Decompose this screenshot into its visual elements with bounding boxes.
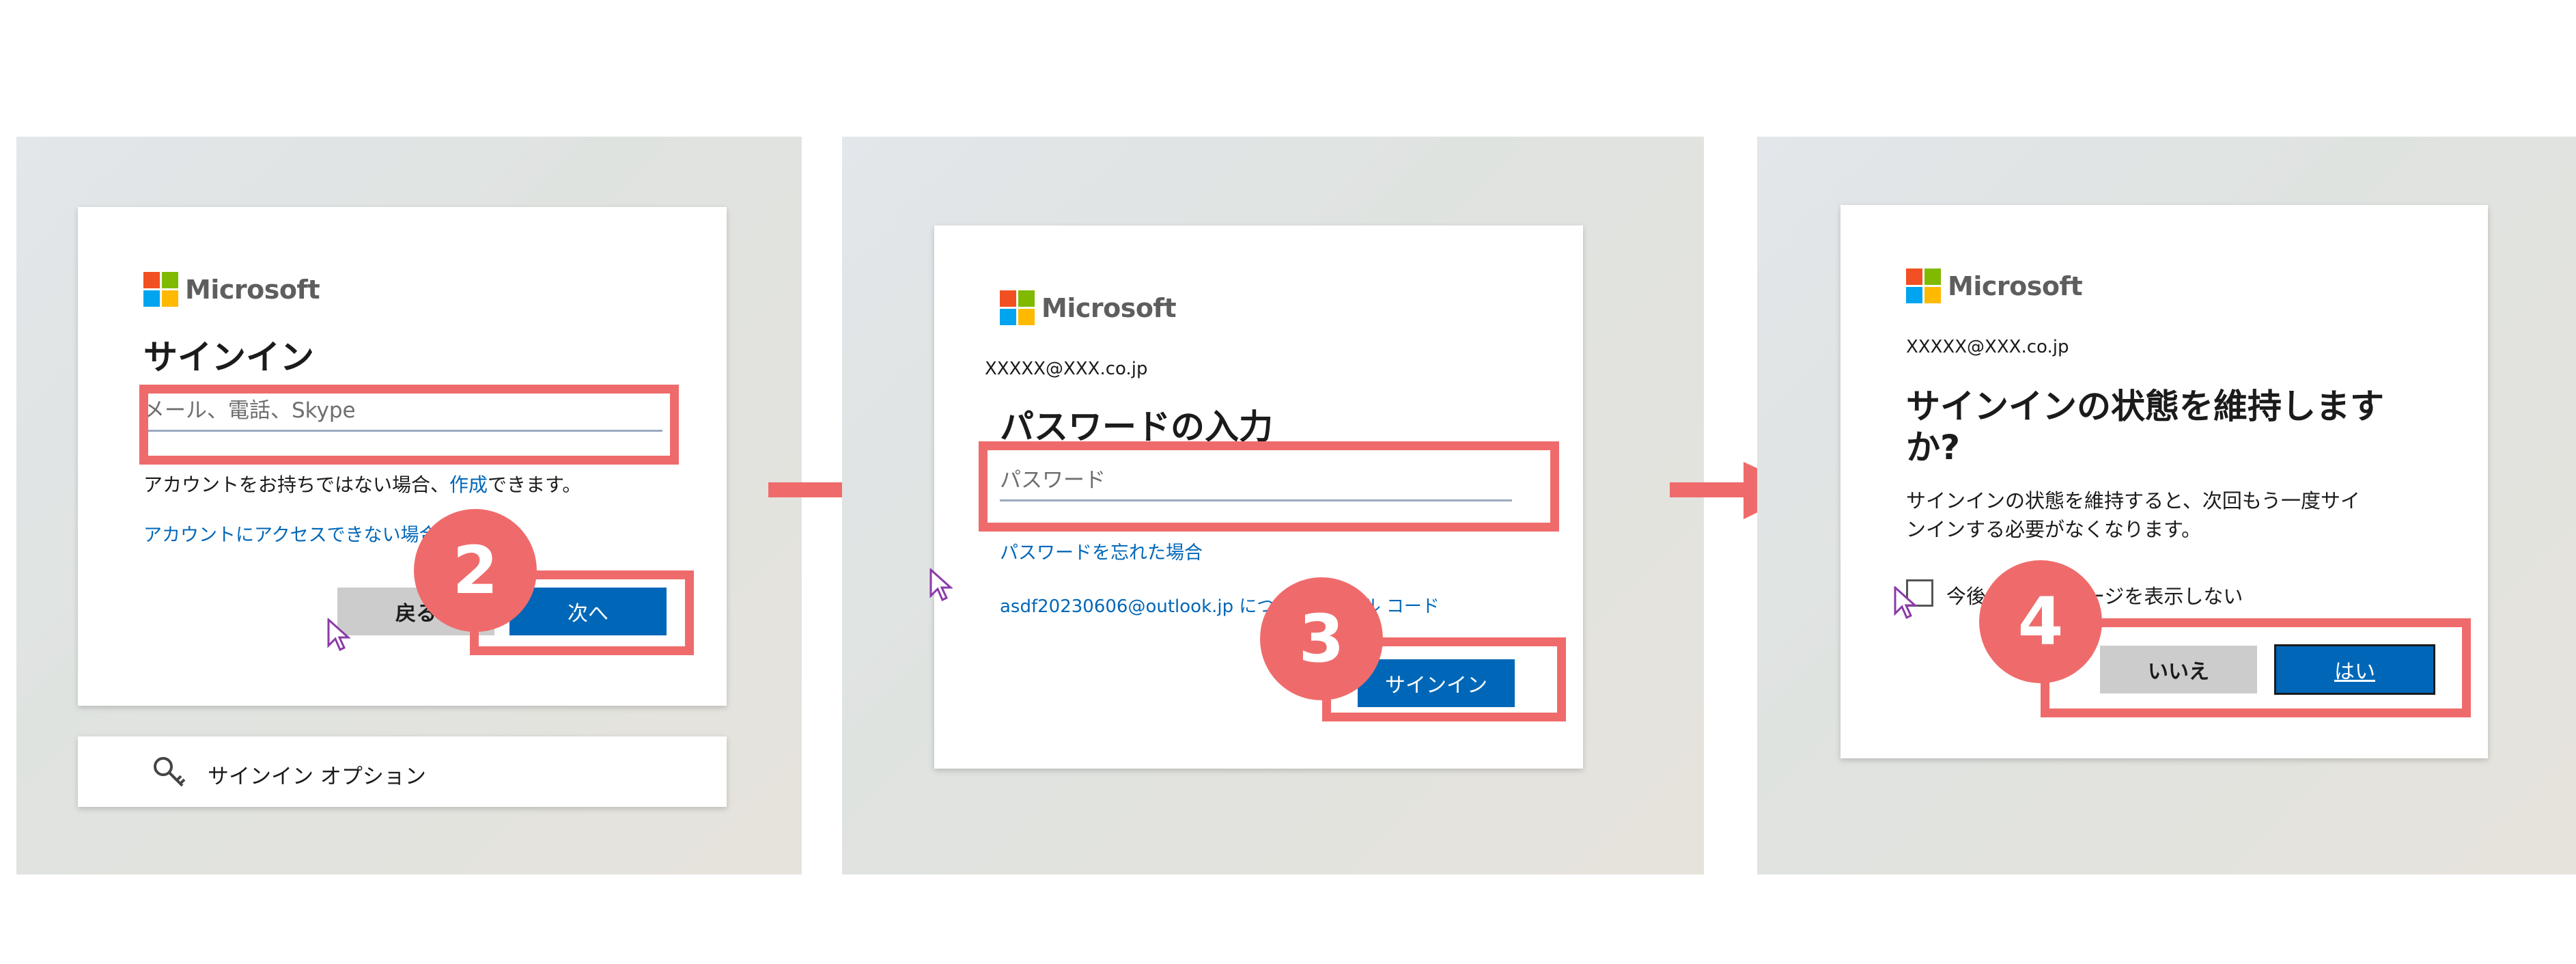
step-panel-stay-signed-in: Microsoft XXXXX@XXX.co.jp サインインの状態を維持します… xyxy=(1757,137,2576,875)
mouse-cursor-icon xyxy=(929,568,953,601)
mouse-cursor-icon xyxy=(327,618,350,651)
microsoft-logo: Microsoft xyxy=(143,272,320,307)
microsoft-logo: Microsoft xyxy=(1906,268,2083,303)
microsoft-logo: Microsoft xyxy=(1000,290,1177,325)
description-line-2: ンインする必要がなくなります。 xyxy=(1906,518,2202,541)
step-panel-password: Microsoft XXXXX@XXX.co.jp パスワードの入力 パスワード… xyxy=(842,137,1704,875)
forgot-password-link[interactable]: パスワードを忘れた場合 xyxy=(1000,538,1203,564)
cant-access-account-link[interactable]: アカウントにアクセスできない場合 xyxy=(143,520,438,547)
page-title: サインインの状態を維持します xyxy=(1906,387,2384,426)
microsoft-logo-icon xyxy=(143,272,178,307)
account-email: XXXXX@XXX.co.jp xyxy=(985,359,1148,379)
step-panel-signin: Microsoft サインイン メール、電話、Skype アカウントをお持ちでは… xyxy=(16,137,802,875)
create-account-link[interactable]: 作成 xyxy=(449,473,488,496)
highlight-email-field xyxy=(139,385,679,465)
page-title-continued: か? xyxy=(1906,428,1961,467)
step-badge: 4 xyxy=(1979,560,2102,683)
no-account-text: アカウントをお持ちではない場合、作成できます。 xyxy=(143,473,582,496)
microsoft-logo-icon xyxy=(1000,290,1035,325)
highlight-confirm-buttons xyxy=(2041,618,2471,717)
signin-options-card[interactable]: サインイン オプション xyxy=(78,736,727,807)
account-email: XXXXX@XXX.co.jp xyxy=(1906,337,2069,357)
key-icon xyxy=(154,757,186,787)
step-badge: 2 xyxy=(414,509,537,632)
signin-options-label: サインイン オプション xyxy=(208,765,426,789)
step-badge: 3 xyxy=(1260,577,1383,700)
microsoft-logo-icon xyxy=(1906,268,1941,303)
mouse-cursor-icon xyxy=(1894,586,1917,619)
description-line-1: サインインの状態を維持すると、次回もう一度サイ xyxy=(1906,489,2360,512)
page-title: サインイン xyxy=(143,338,314,377)
highlight-password-field xyxy=(979,441,1559,532)
